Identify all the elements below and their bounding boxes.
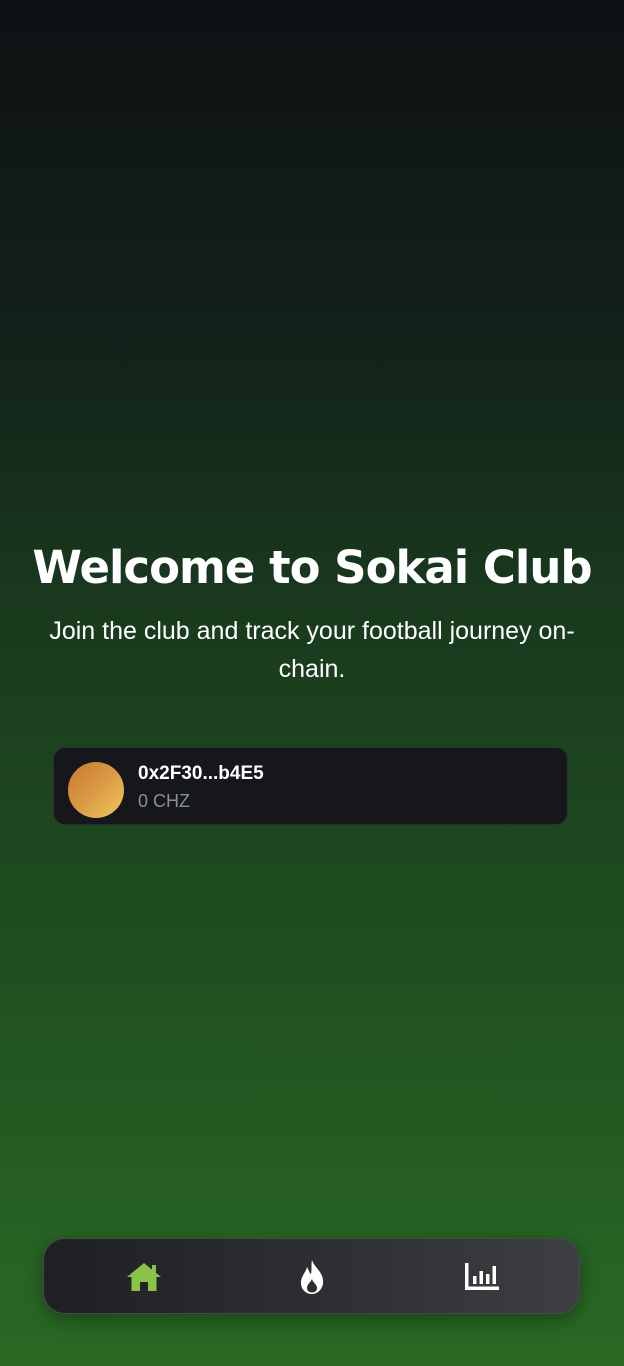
bar-chart-icon	[465, 1263, 499, 1290]
nav-stats-button[interactable]	[450, 1257, 514, 1297]
wallet-card[interactable]: 0x2F30...b4E5 0 CHZ	[53, 747, 568, 825]
fire-icon	[300, 1260, 324, 1294]
nav-home-button[interactable]	[112, 1257, 176, 1297]
wallet-avatar	[68, 762, 124, 818]
page-title: Welcome to Sokai Club	[32, 541, 592, 594]
page-subtitle: Join the club and track your football jo…	[49, 617, 575, 683]
bottom-navigation	[43, 1238, 580, 1314]
wallet-balance: 0 CHZ	[138, 791, 191, 811]
home-icon	[127, 1263, 161, 1291]
wallet-address: 0x2F30...b4E5	[138, 763, 264, 784]
welcome-section: Welcome to Sokai Club Join the club and …	[0, 538, 624, 688]
nav-fire-button[interactable]	[280, 1257, 344, 1297]
